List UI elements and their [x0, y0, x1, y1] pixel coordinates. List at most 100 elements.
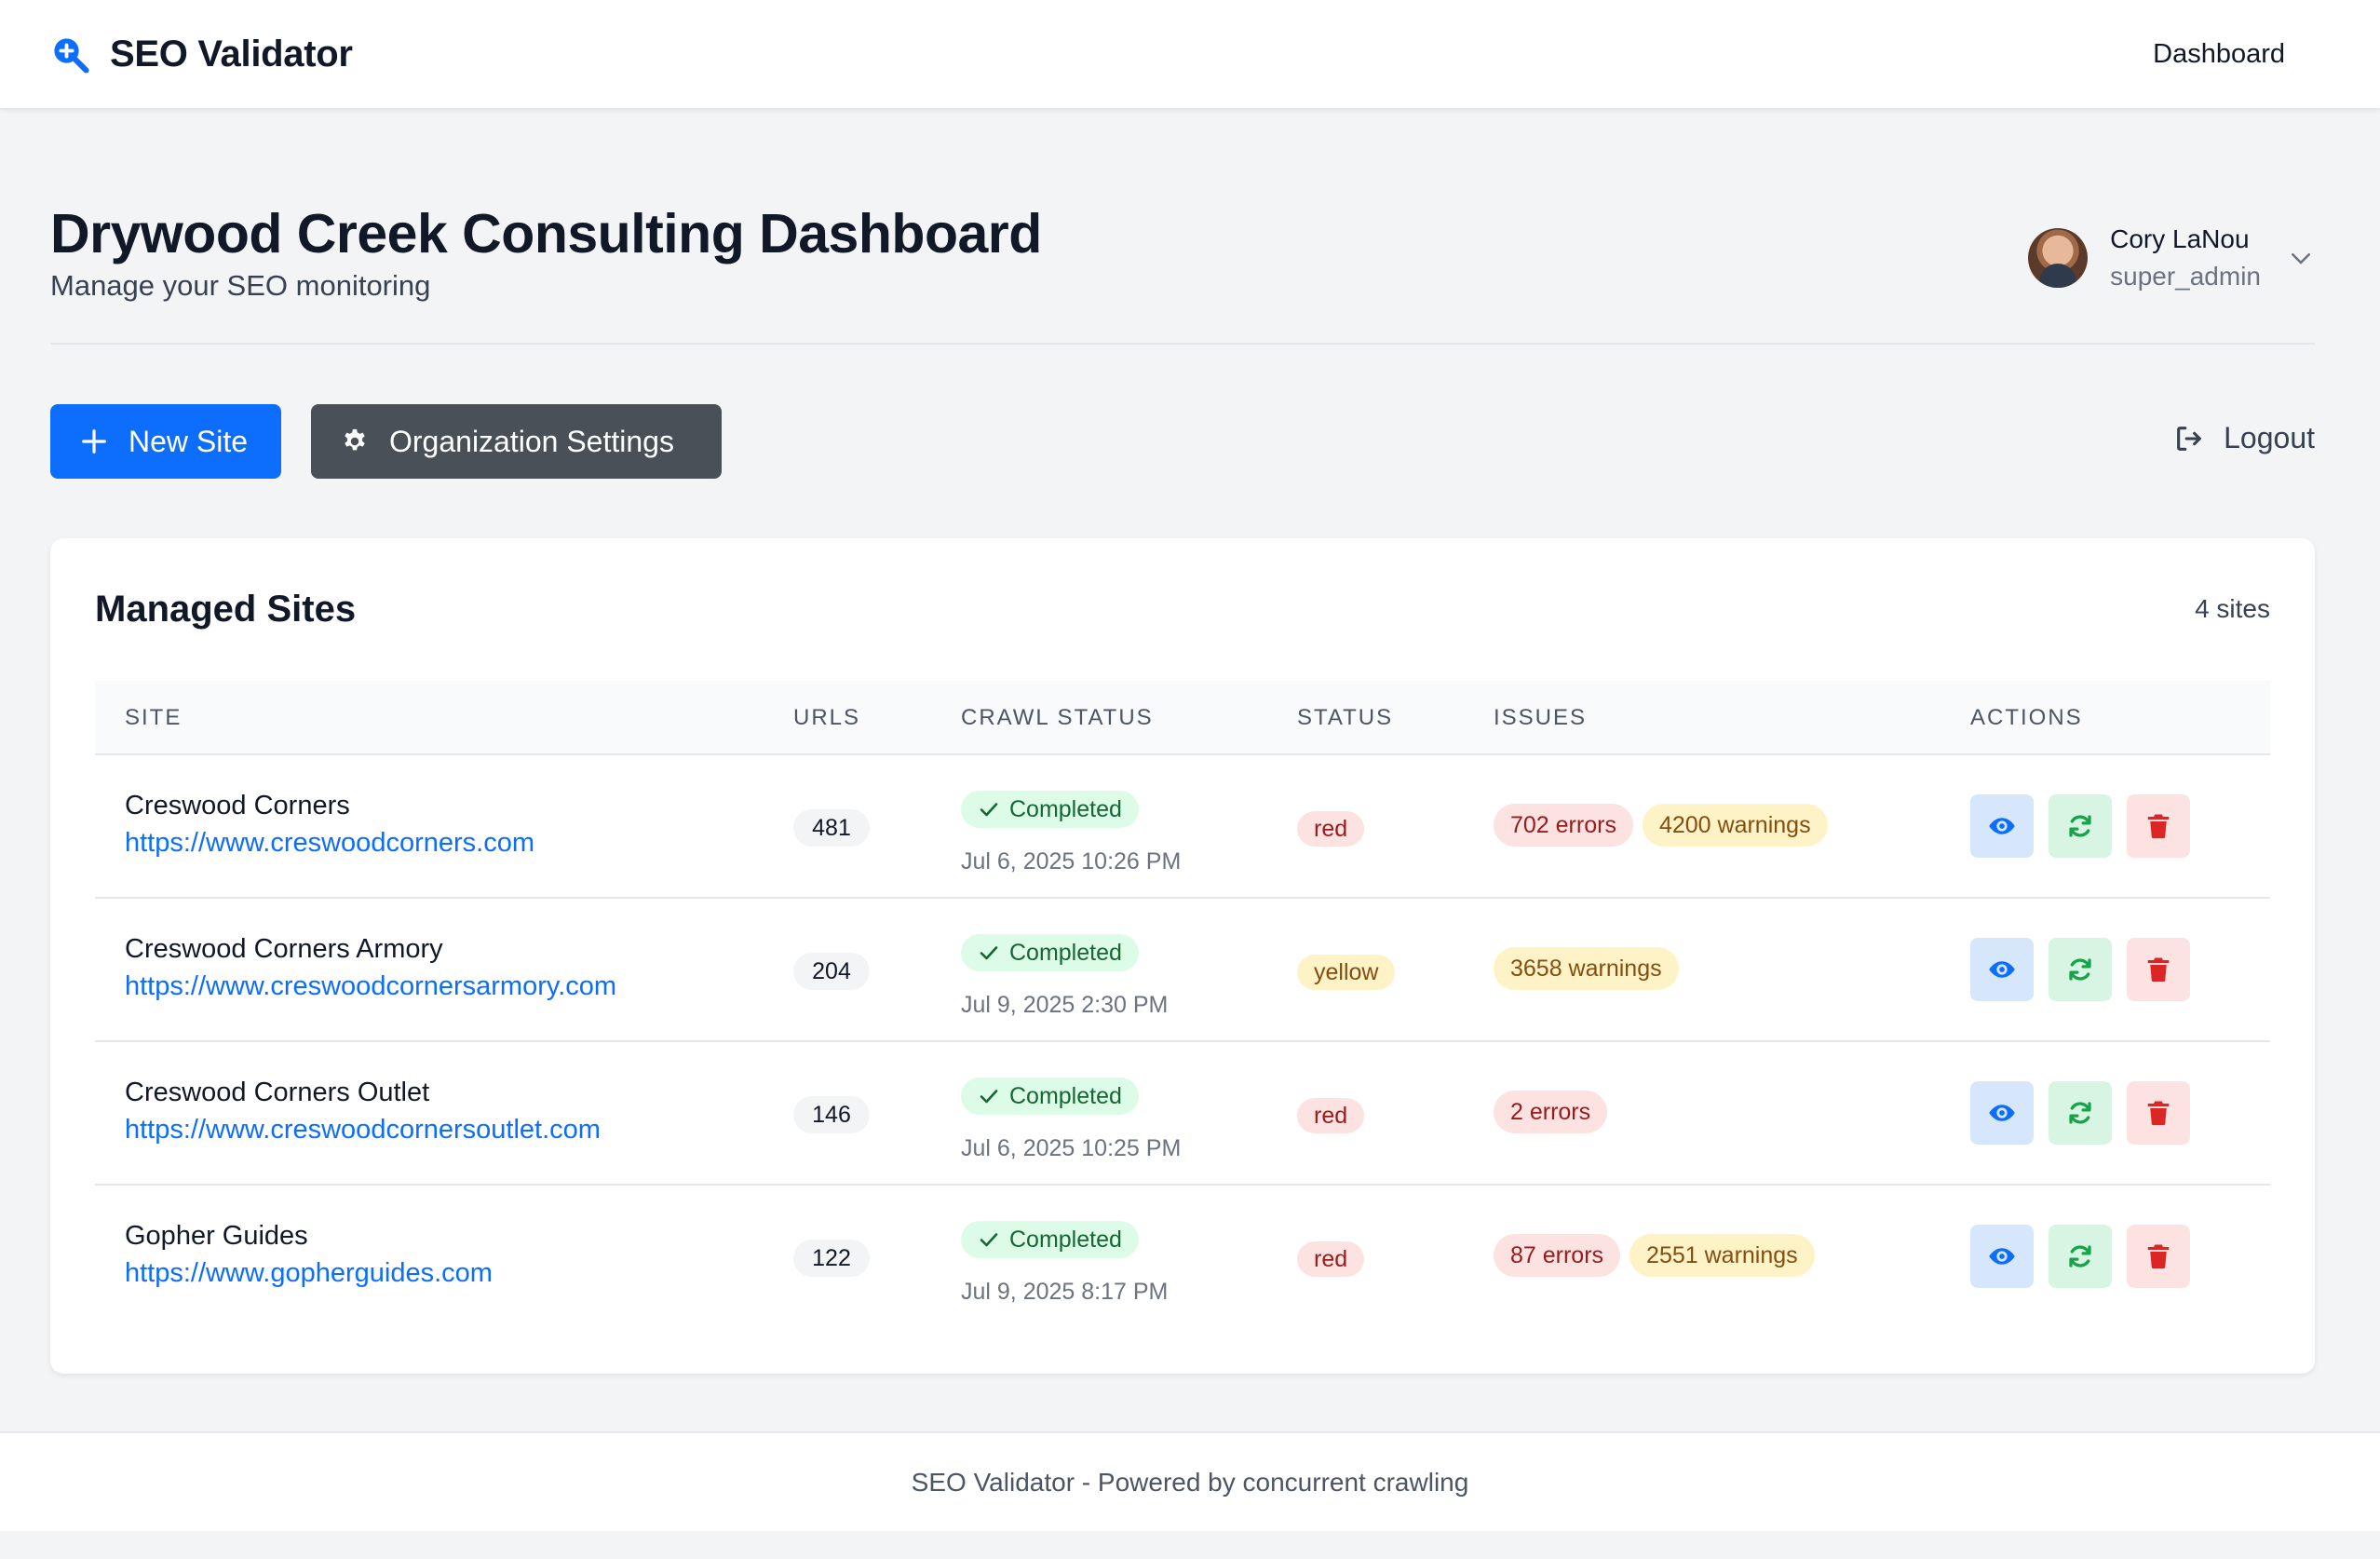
logout-link[interactable]: Logout	[2173, 421, 2315, 455]
url-count-badge: 122	[793, 1240, 870, 1277]
logout-icon	[2177, 426, 2202, 451]
status-badge: yellow	[1297, 955, 1396, 990]
logout-label: Logout	[2224, 421, 2315, 454]
status-badge: red	[1297, 811, 1365, 847]
eye-icon	[1989, 1248, 2015, 1265]
column-header-actions: Actions	[1970, 705, 2083, 730]
page-header: Drywood Creek Consulting Dashboard Manag…	[50, 200, 2315, 345]
recrawl-button[interactable]	[2049, 1081, 2112, 1145]
site-name: Creswood Corners Outlet	[125, 1078, 430, 1107]
site-url-link[interactable]: https://www.creswoodcornersarmory.com	[125, 971, 616, 1002]
trash-icon	[2147, 957, 2170, 983]
crawl-date: Jul 6, 2025 10:26 PM	[961, 848, 1182, 874]
eye-icon	[1989, 961, 2015, 978]
trash-icon	[2147, 1101, 2170, 1126]
crawl-status-label: Completed	[1009, 796, 1122, 822]
brand-name: SEO Validator	[110, 33, 353, 75]
refresh-icon	[2069, 815, 2091, 837]
plus-icon	[82, 429, 106, 454]
column-header-issues: Issues	[1494, 705, 1588, 730]
site-url-link[interactable]: https://www.creswoodcornersoutlet.com	[125, 1115, 601, 1146]
table-row: Creswood Corners https://www.creswoodcor…	[95, 755, 2270, 899]
new-site-label: New Site	[128, 424, 249, 458]
check-icon	[980, 946, 998, 960]
footer-text: SEO Validator - Powered by concurrent cr…	[911, 1467, 1469, 1497]
site-url-link[interactable]: https://www.creswoodcorners.com	[125, 828, 534, 859]
brand-link[interactable]: SEO Validator	[50, 34, 353, 75]
errors-badge: 2 errors	[1494, 1091, 1608, 1133]
check-icon	[980, 1090, 998, 1104]
site-count: 4 sites	[2195, 594, 2270, 623]
table-body: Creswood Corners https://www.creswoodcor…	[95, 755, 2270, 1329]
recrawl-button[interactable]	[2049, 938, 2112, 1001]
site-name: Creswood Corners Armory	[125, 934, 443, 964]
delete-site-button[interactable]	[2127, 938, 2190, 1001]
trash-icon	[2147, 814, 2170, 839]
column-header-status: Status	[1297, 705, 1394, 730]
url-count-badge: 146	[793, 1096, 870, 1133]
column-header-site: Site	[125, 705, 183, 730]
site-name: Creswood Corners	[125, 791, 350, 820]
url-count-badge: 204	[793, 953, 870, 990]
eye-icon	[1989, 818, 2015, 834]
chevron-down-icon[interactable]	[2287, 244, 2315, 272]
user-role: super_admin	[2110, 262, 2261, 291]
managed-sites-card: Managed Sites 4 sites Site URLs Crawl St…	[50, 538, 2315, 1374]
view-site-button[interactable]	[1970, 1225, 2034, 1288]
footer: SEO Validator - Powered by concurrent cr…	[0, 1431, 2380, 1531]
table-row: Gopher Guides https://www.gopherguides.c…	[95, 1186, 2270, 1329]
issues-list: 702 errors 4200 warnings	[1494, 804, 1828, 847]
avatar	[2028, 228, 2089, 288]
recrawl-button[interactable]	[2049, 794, 2112, 858]
delete-site-button[interactable]	[2127, 1081, 2190, 1145]
crawl-status-label: Completed	[1009, 1083, 1122, 1109]
nav-dashboard-link[interactable]: Dashboard	[2153, 39, 2285, 70]
trash-icon	[2147, 1244, 2170, 1269]
check-icon	[980, 803, 998, 817]
crawl-status-badge: Completed	[961, 791, 1139, 828]
row-actions	[1970, 794, 2190, 858]
view-site-button[interactable]	[1970, 938, 2034, 1001]
column-header-urls: URLs	[793, 705, 861, 730]
row-actions	[1970, 1081, 2190, 1145]
issues-list: 3658 warnings	[1494, 947, 1679, 990]
warnings-badge: 2551 warnings	[1629, 1234, 1815, 1277]
view-site-button[interactable]	[1970, 1081, 2034, 1145]
crawl-status-badge: Completed	[961, 1221, 1139, 1258]
errors-badge: 87 errors	[1494, 1234, 1621, 1277]
column-header-crawl-status: Crawl Status	[961, 705, 1154, 730]
view-site-button[interactable]	[1970, 794, 2034, 858]
site-url-link[interactable]: https://www.gopherguides.com	[125, 1258, 493, 1289]
card-title: Managed Sites	[95, 589, 357, 630]
recrawl-button[interactable]	[2049, 1225, 2112, 1288]
sites-table: Site URLs Crawl Status Status Issues Act…	[95, 681, 2270, 1329]
eye-icon	[1989, 1105, 2015, 1121]
issues-list: 2 errors	[1494, 1091, 1608, 1133]
top-navbar: SEO Validator Dashboard	[0, 0, 2380, 110]
errors-badge: 702 errors	[1494, 804, 1633, 847]
user-name: Cory LaNou	[2110, 224, 2250, 253]
crawl-date: Jul 9, 2025 2:30 PM	[961, 992, 1169, 1018]
user-info: Cory LaNou super_admin	[2110, 221, 2261, 295]
crawl-status-label: Completed	[1009, 940, 1122, 966]
crawl-status-badge: Completed	[961, 1078, 1139, 1115]
status-badge: red	[1297, 1241, 1365, 1277]
gear-icon	[345, 428, 365, 451]
issues-list: 87 errors 2551 warnings	[1494, 1234, 1815, 1277]
check-icon	[980, 1233, 998, 1247]
warnings-badge: 4200 warnings	[1642, 804, 1828, 847]
warnings-badge: 3658 warnings	[1494, 947, 1679, 990]
row-actions	[1970, 938, 2190, 1001]
delete-site-button[interactable]	[2127, 794, 2190, 858]
refresh-icon	[2069, 958, 2091, 981]
crawl-status-label: Completed	[1009, 1227, 1122, 1253]
url-count-badge: 481	[793, 809, 870, 847]
magnifier-plus-icon	[54, 38, 89, 74]
site-name: Gopher Guides	[125, 1221, 308, 1251]
page-subtitle: Manage your SEO monitoring	[50, 269, 431, 302]
crawl-date: Jul 6, 2025 10:25 PM	[961, 1135, 1182, 1161]
new-site-button[interactable]: New Site	[50, 404, 281, 479]
delete-site-button[interactable]	[2127, 1225, 2190, 1288]
organization-settings-button[interactable]: Organization Settings	[311, 404, 722, 479]
user-menu[interactable]: Cory LaNou super_admin	[2028, 221, 2315, 295]
